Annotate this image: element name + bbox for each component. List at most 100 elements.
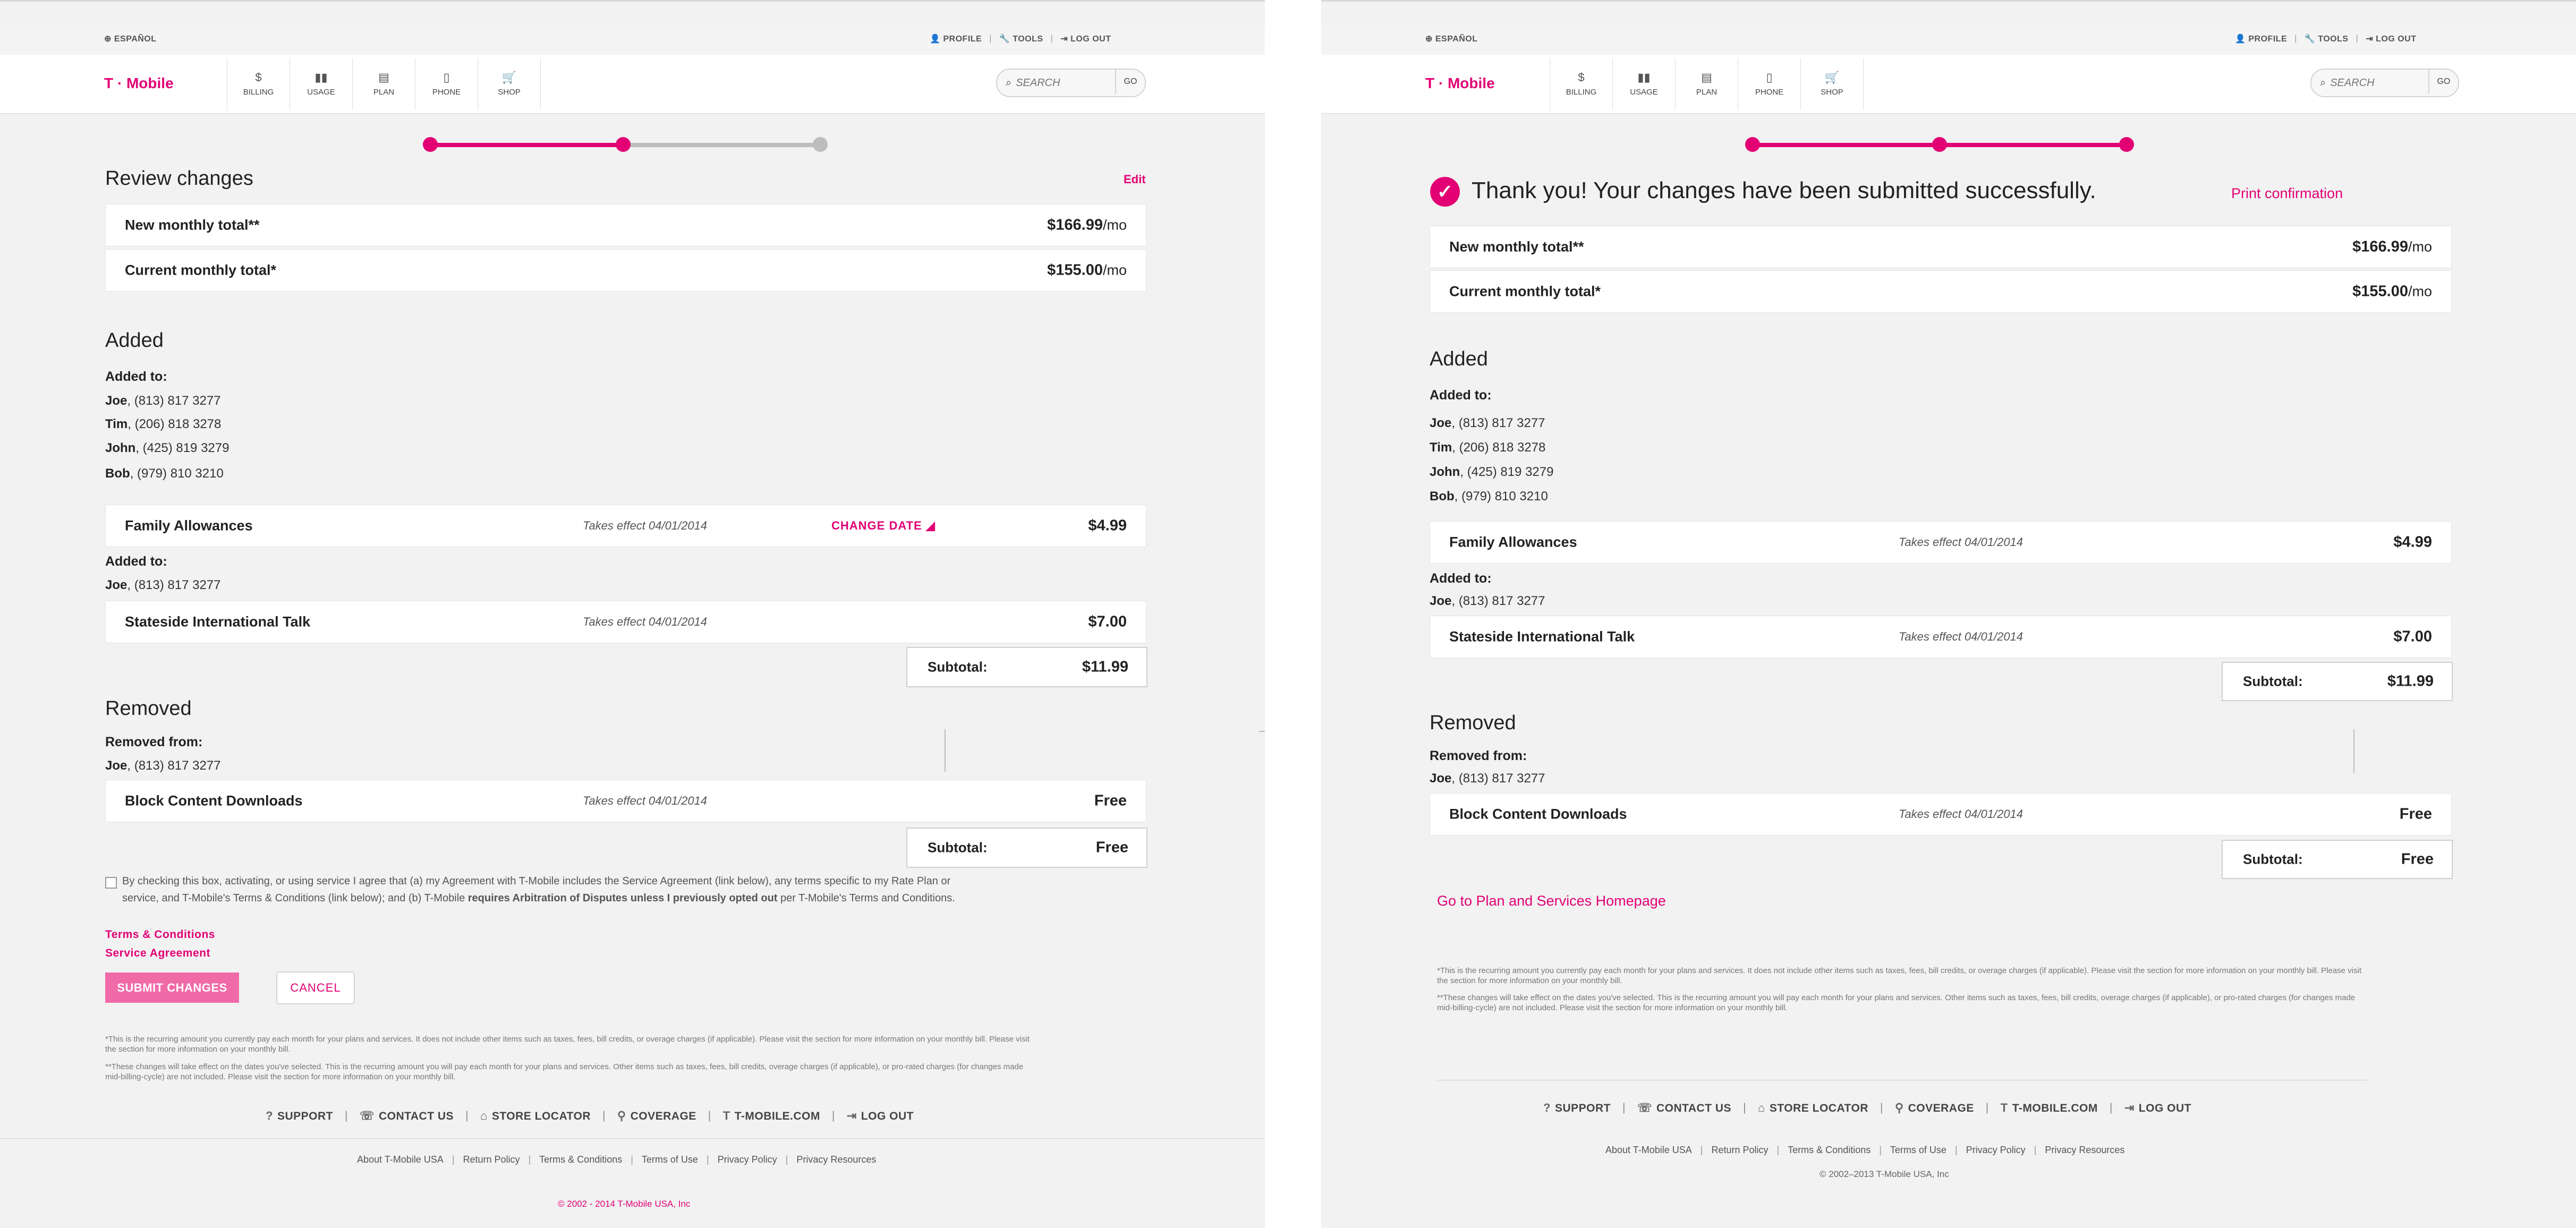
logout-icon: ⇥ [846, 1109, 857, 1122]
tmobile-icon: T [2000, 1101, 2008, 1114]
footer-support[interactable]: ? SUPPORT [1543, 1101, 1611, 1115]
print-confirmation-link[interactable]: Print confirmation [2231, 185, 2343, 202]
line-item: John, (425) 819 3279 [105, 441, 229, 455]
footer-link[interactable]: Privacy Resources [796, 1154, 876, 1165]
caret-icon: ◢ [925, 519, 936, 532]
scroll-indicator [2353, 729, 2354, 773]
footer-link[interactable]: Return Policy [1711, 1145, 1768, 1156]
footer-tmobile-com[interactable]: T T-MOBILE.COM [723, 1109, 820, 1123]
go-plan-services-link[interactable]: Go to Plan and Services Homepage [1437, 893, 1666, 909]
nav-plan[interactable]: ▤ PLAN [1676, 58, 1738, 110]
footer-coverage[interactable]: ⚲ COVERAGE [1895, 1101, 1974, 1115]
document-icon: ▤ [1701, 70, 1712, 84]
footer-link[interactable]: Terms of Use [1890, 1145, 1946, 1156]
progress-step-1 [1745, 137, 1760, 152]
search-input[interactable] [2329, 76, 2417, 90]
nav-phone[interactable]: ▯ PHONE [415, 58, 478, 110]
family-allowances-label: Family Allowances [1449, 534, 1577, 550]
footer-support[interactable]: ? SUPPORT [266, 1109, 333, 1123]
nav-plan[interactable]: ▤ PLAN [353, 58, 415, 110]
footer-divider [0, 1138, 1265, 1139]
footer-store-locator[interactable]: ⌂ STORE LOCATOR [1758, 1101, 1868, 1115]
search-go-button[interactable]: GO [2428, 70, 2458, 94]
footer-contact[interactable]: ☏ CONTACT US [1637, 1101, 1731, 1115]
footer-link[interactable]: Terms & Conditions [539, 1154, 622, 1165]
search-go-button[interactable]: GO [1115, 70, 1145, 94]
footnote-2: **These changes will take effect on the … [105, 1062, 1024, 1081]
utility-links: 👤 PROFILE | 🔧 TOOLS | ⇥ LOG OUT [2235, 33, 2416, 44]
line-item: Tim, (206) 818 3278 [1430, 440, 1546, 455]
footer-link[interactable]: About T-Mobile USA [357, 1154, 444, 1165]
submit-changes-button[interactable]: SUBMIT CHANGES [105, 973, 239, 1003]
agreement-checkbox[interactable] [105, 877, 117, 889]
footer-link[interactable]: Terms & Conditions [1788, 1145, 1871, 1156]
logout-link[interactable]: ⇥ LOG OUT [1060, 33, 1111, 44]
tools-link[interactable]: 🔧 TOOLS [999, 33, 1043, 44]
current-total-label: Current monthly total* [1449, 283, 1601, 300]
removed-from-label: Removed from: [105, 735, 203, 749]
family-allowances-row: Family Allowances Takes effect 04/01/201… [105, 505, 1146, 547]
tools-link[interactable]: 🔧 TOOLS [2305, 33, 2349, 44]
language-link[interactable]: ⊕ ESPAÑOL [1425, 33, 1478, 44]
dollar-icon: $ [255, 70, 262, 84]
footer-logout[interactable]: ⇥ LOG OUT [2124, 1101, 2191, 1115]
logout-icon: ⇥ [2366, 35, 2374, 44]
footer-contact[interactable]: ☏ CONTACT US [360, 1109, 454, 1123]
utility-links: 👤 PROFILE | 🔧 TOOLS | ⇥ LOG OUT [930, 33, 1111, 44]
logout-icon: ⇥ [2124, 1101, 2135, 1114]
tmobile-logo[interactable]: T · Mobile [1425, 75, 1495, 92]
nav-billing[interactable]: $ BILLING [1550, 58, 1613, 110]
store-icon: ⌂ [480, 1109, 488, 1122]
search-icon: ⌕ [2320, 76, 2326, 89]
nav-shop[interactable]: 🛒 SHOP [1801, 58, 1864, 110]
progress-tracker [1745, 137, 2134, 152]
line-item: Joe, (813) 817 3277 [1430, 594, 1545, 608]
profile-link[interactable]: 👤 PROFILE [930, 33, 982, 44]
logout-link[interactable]: ⇥ LOG OUT [2366, 33, 2416, 44]
footer-link[interactable]: Terms of Use [642, 1154, 698, 1165]
footer-tmobile-com[interactable]: T T-MOBILE.COM [2001, 1101, 2098, 1115]
footer-logout[interactable]: ⇥ LOG OUT [847, 1109, 914, 1123]
current-total-value: $155.00/mo [1047, 261, 1127, 279]
added-to-label: Added to: [105, 369, 167, 384]
nav-billing[interactable]: $ BILLING [227, 58, 290, 110]
footer-link[interactable]: Privacy Policy [718, 1154, 777, 1165]
footer-nav: ? SUPPORT | ☏ CONTACT US | ⌂ STORE LOCATOR | ⚲… [1543, 1101, 2191, 1115]
footer-link[interactable]: About T-Mobile USA [1605, 1145, 1692, 1156]
edit-link[interactable]: Edit [1124, 173, 1146, 186]
tmobile-logo[interactable]: T · Mobile [104, 75, 174, 92]
new-monthly-total-row: New monthly total** $166.99/mo [105, 204, 1146, 246]
store-icon: ⌂ [1758, 1101, 1765, 1114]
takes-effect-date: Takes effect 04/01/2014 [583, 615, 708, 628]
service-agreement-link[interactable]: Service Agreement [105, 947, 210, 960]
main-header: T · Mobile $ BILLING ▮▮ USAGE ▤ PLAN ▯ PHONE… [1321, 55, 2576, 114]
user-icon: 👤 [2235, 35, 2246, 44]
footer-links: About T-Mobile USA | Return Policy | Terms… [1605, 1145, 2125, 1156]
terms-conditions-link[interactable]: Terms & Conditions [105, 928, 215, 941]
profile-link[interactable]: 👤 PROFILE [2235, 33, 2287, 44]
search-input[interactable] [1015, 76, 1102, 90]
line-item: Joe, (813) 817 3277 [105, 758, 221, 773]
nav-shop[interactable]: 🛒 SHOP [478, 58, 541, 110]
globe-icon: ⊕ [1425, 35, 1435, 44]
footer-store-locator[interactable]: ⌂ STORE LOCATOR [480, 1109, 591, 1123]
line-item: Bob, (979) 810 3210 [105, 466, 224, 481]
footer-link[interactable]: Return Policy [463, 1154, 520, 1165]
footer-coverage[interactable]: ⚲ COVERAGE [617, 1109, 696, 1123]
language-link[interactable]: ⊕ ESPAÑOL [104, 33, 157, 44]
current-monthly-total-row: Current monthly total* $155.00/mo [1430, 270, 2452, 313]
progress-step-2 [1932, 137, 1947, 152]
footer-link[interactable]: Privacy Policy [1966, 1145, 2026, 1156]
wrench-icon: 🔧 [2304, 35, 2316, 44]
nav-phone[interactable]: ▯ PHONE [1738, 58, 1801, 110]
nav-usage[interactable]: ▮▮ USAGE [1613, 58, 1676, 110]
family-allowances-price: $4.99 [1088, 517, 1127, 534]
nav-usage[interactable]: ▮▮ USAGE [290, 58, 353, 110]
takes-effect-date: Takes effect 04/01/2014 [1899, 630, 2024, 643]
change-date-link[interactable]: CHANGE DATE ◢ [831, 519, 936, 533]
footer-link[interactable]: Privacy Resources [2045, 1145, 2124, 1156]
block-content-price: Free [1094, 792, 1127, 809]
utility-bar: ⊕ ESPAÑOL 👤 PROFILE | 🔧 TOOLS | ⇥ LOG OU… [1321, 25, 2576, 55]
success-check-icon: ✓ [1430, 177, 1460, 207]
cancel-button[interactable]: CANCEL [276, 971, 355, 1004]
